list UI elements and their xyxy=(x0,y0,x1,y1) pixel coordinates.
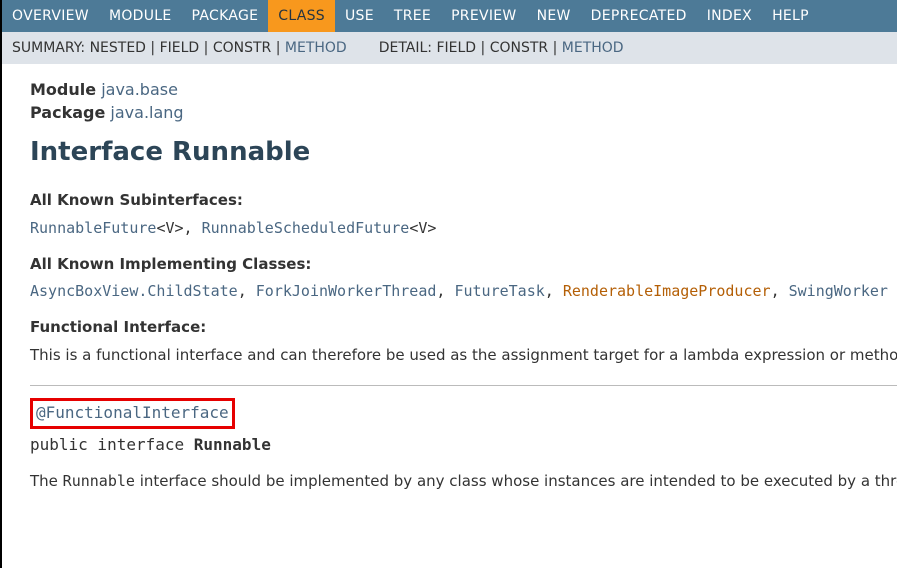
nav-module[interactable]: MODULE xyxy=(99,0,182,32)
nav-use[interactable]: USE xyxy=(335,0,384,32)
link-forkjoinworkerthread[interactable]: ForkJoinWorkerThread xyxy=(256,282,437,300)
implementing-list: AsyncBoxView.ChildState, ForkJoinWorkerT… xyxy=(30,281,897,303)
summary-constr: CONSTR xyxy=(213,40,271,56)
annotation-highlight: @FunctionalInterface xyxy=(30,398,897,432)
nav-new[interactable]: NEW xyxy=(527,0,581,32)
detail-label: DETAIL: xyxy=(379,40,432,56)
top-nav: OVERVIEW MODULE PACKAGE CLASS USE TREE P… xyxy=(2,0,897,32)
nav-index[interactable]: INDEX xyxy=(697,0,762,32)
nav-preview[interactable]: PREVIEW xyxy=(441,0,527,32)
summary-label: SUMMARY: xyxy=(12,40,85,56)
module-label: Module xyxy=(30,80,96,99)
link-renderableimageproducer[interactable]: RenderableImageProducer xyxy=(563,282,771,300)
nav-tree[interactable]: TREE xyxy=(384,0,441,32)
detail-method-link[interactable]: METHOD xyxy=(562,40,624,56)
detail-constr: CONSTR xyxy=(490,40,548,56)
link-swingworker[interactable]: SwingWorker xyxy=(789,282,888,300)
package-label: Package xyxy=(30,103,105,122)
summary-group: SUMMARY: NESTED | FIELD | CONSTR | METHO… xyxy=(12,40,347,56)
link-runnablescheduledfuture[interactable]: RunnableScheduledFuture xyxy=(202,219,410,237)
detail-group: DETAIL: FIELD | CONSTR | METHOD xyxy=(379,40,624,56)
nav-package[interactable]: PACKAGE xyxy=(182,0,269,32)
module-line: Module java.base xyxy=(30,78,897,101)
subinterfaces-list: RunnableFuture<V>, RunnableScheduledFutu… xyxy=(30,218,897,240)
functional-text: This is a functional interface and can t… xyxy=(30,345,897,367)
page-title: Interface Runnable xyxy=(30,134,897,172)
module-link[interactable]: java.base xyxy=(101,80,178,99)
functional-label: Functional Interface: xyxy=(30,317,897,339)
link-runnablefuture[interactable]: RunnableFuture xyxy=(30,219,156,237)
detail-field: FIELD xyxy=(436,40,476,56)
type-signature: public interface Runnable xyxy=(30,433,897,456)
package-link[interactable]: java.lang xyxy=(110,103,183,122)
implementing-label: All Known Implementing Classes: xyxy=(30,254,897,276)
nav-overview[interactable]: OVERVIEW xyxy=(2,0,99,32)
main-content: Module java.base Package java.lang Inter… xyxy=(2,64,897,492)
nav-class[interactable]: CLASS xyxy=(268,0,335,32)
summary-nested: NESTED xyxy=(90,40,146,56)
link-futuretask[interactable]: FutureTask xyxy=(454,282,544,300)
description: The Runnable interface should be impleme… xyxy=(30,471,897,493)
package-line: Package java.lang xyxy=(30,101,897,124)
nav-help[interactable]: HELP xyxy=(762,0,819,32)
nav-deprecated[interactable]: DEPRECATED xyxy=(581,0,697,32)
divider xyxy=(30,385,897,386)
summary-method-link[interactable]: METHOD xyxy=(285,40,347,56)
link-asyncboxview-childstate[interactable]: AsyncBoxView.ChildState xyxy=(30,282,238,300)
subinterfaces-label: All Known Subinterfaces: xyxy=(30,190,897,212)
annotation-link[interactable]: @FunctionalInterface xyxy=(36,403,229,422)
summary-field: FIELD xyxy=(160,40,200,56)
sub-nav: SUMMARY: NESTED | FIELD | CONSTR | METHO… xyxy=(2,32,897,64)
